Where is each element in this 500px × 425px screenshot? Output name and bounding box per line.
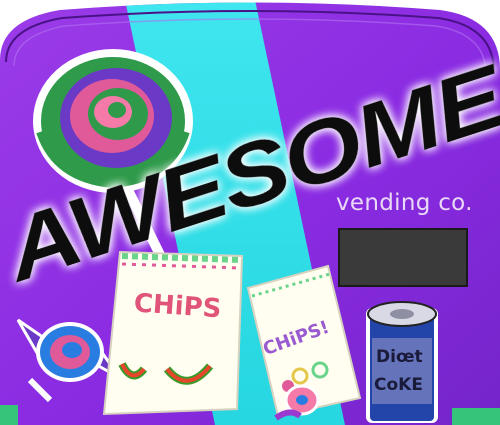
chips-left-label: CHiPS — [133, 288, 222, 324]
flower-doodle — [274, 384, 320, 421]
lollipop-drawing — [33, 49, 193, 274]
soda-label-line1: Diœt — [376, 347, 423, 367]
soda-can-drawing: Diœt CoKE — [366, 301, 438, 423]
display-panel — [338, 228, 468, 287]
chips-bag-left-drawing: CHiPS — [102, 250, 244, 416]
vending-machine-front: CHiPS CHiPS! Diœt CoKE AWESOME vending c… — [0, 0, 500, 425]
brand-subtitle: vending co. — [336, 190, 473, 216]
soda-label-line2: CoKE — [374, 375, 423, 395]
